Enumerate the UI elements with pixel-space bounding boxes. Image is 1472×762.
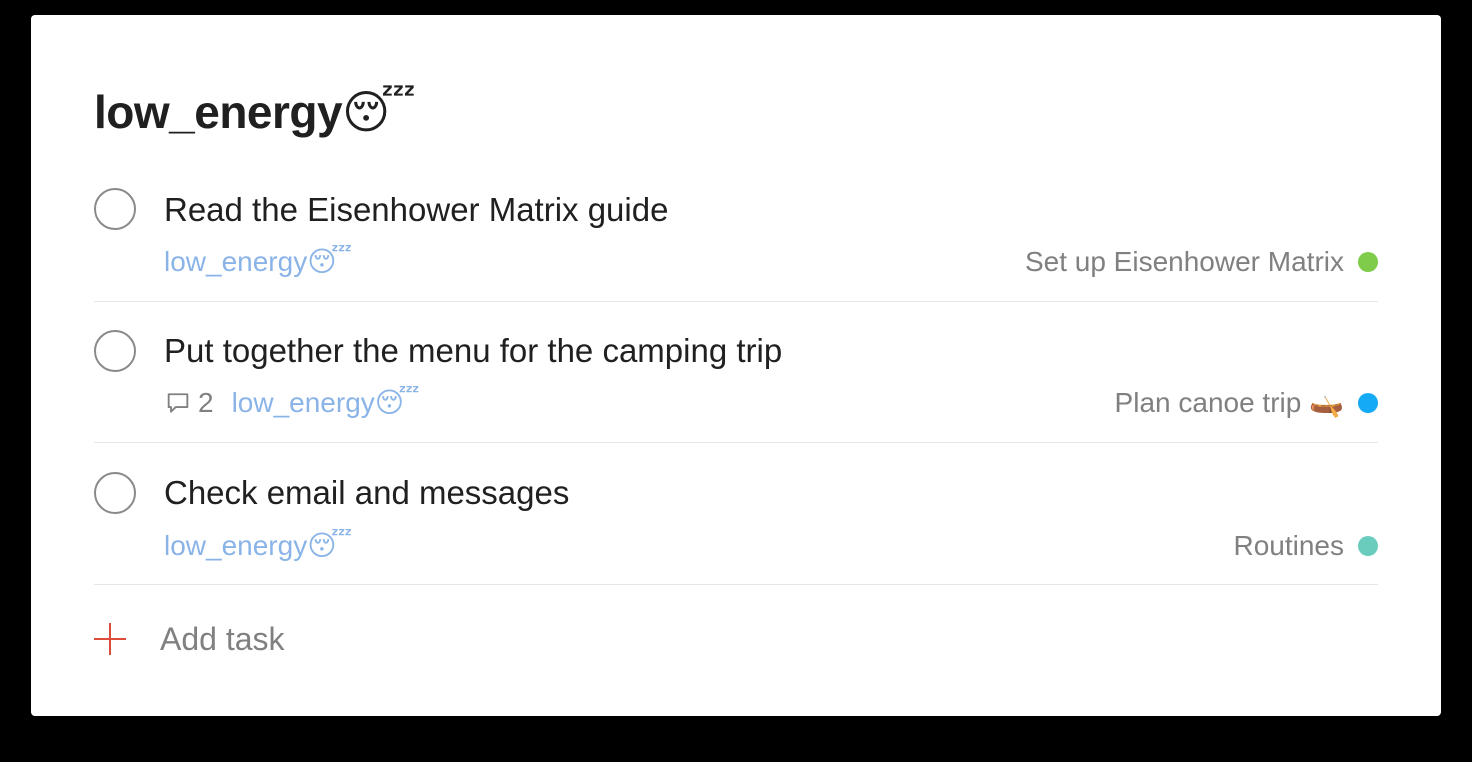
task-project-link[interactable]: Routines [1233,529,1378,563]
task-complete-checkbox[interactable] [94,472,136,514]
add-task-label: Add task [160,621,285,657]
project-color-dot [1358,536,1378,556]
task-item[interactable]: Check email and messages low_energy😴 Rou… [94,15,1378,585]
sleeping-face-emoji-icon: 😴 [307,529,353,562]
task-label-link[interactable]: low_energy😴 [164,529,352,563]
task-meta: low_energy😴 [164,529,352,563]
task-list-panel: low_energy😴 Read the Eisenhower Matrix g… [31,15,1441,716]
task-divider [94,584,1378,585]
plus-icon [94,623,126,655]
add-task-button[interactable]: Add task [94,619,285,659]
task-name[interactable]: Check email and messages [164,473,569,513]
task-project-name: Routines [1233,530,1344,561]
